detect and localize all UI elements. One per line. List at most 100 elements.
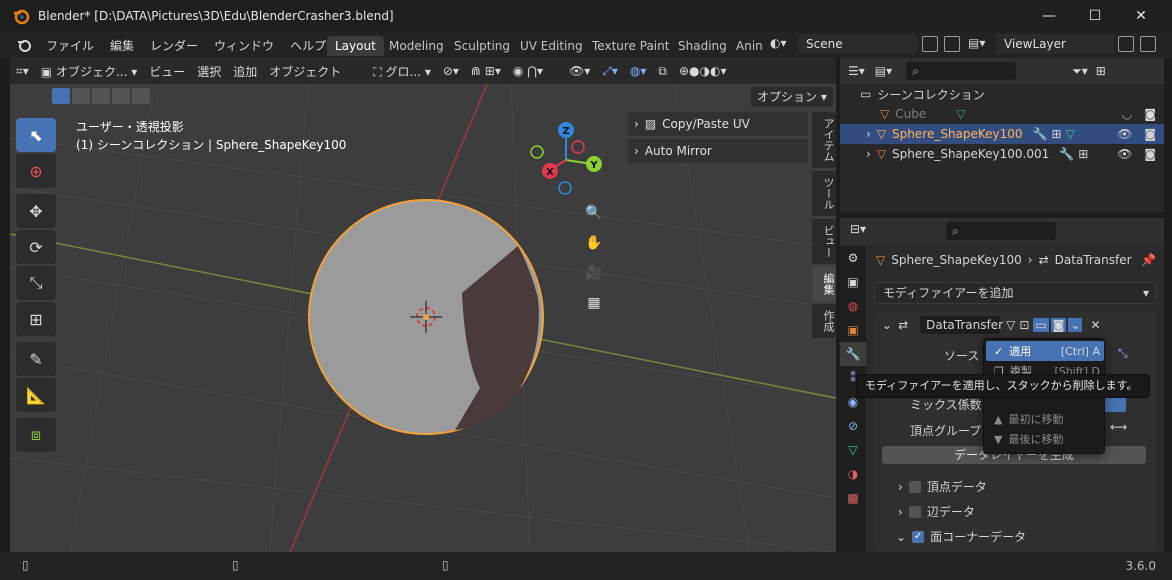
vertex-data-checkbox[interactable]: [908, 480, 921, 493]
tab-shading[interactable]: Shading: [670, 36, 735, 56]
minimize-button[interactable]: —: [1026, 0, 1072, 32]
mix-factor-slider[interactable]: [1104, 396, 1126, 412]
proportional-edit-icon[interactable]: ◉ ⋂▾: [507, 64, 549, 78]
ntab-tool[interactable]: ツール: [812, 171, 836, 216]
gizmo-neg-y[interactable]: [530, 145, 544, 159]
visibility-icon[interactable]: 👁▾: [563, 64, 596, 78]
menu-object[interactable]: オブジェクト: [263, 63, 347, 80]
modifier-menu-icon[interactable]: ⌄: [1068, 318, 1083, 332]
properties-editor-icon[interactable]: ⊟▾: [850, 222, 866, 236]
menu-view[interactable]: ビュー: [143, 63, 191, 80]
gizmo-neg-x[interactable]: [571, 140, 585, 154]
scale-tool[interactable]: ⤡: [16, 266, 56, 300]
outliner-search-input[interactable]: ⌕: [906, 62, 1017, 80]
menu-item-apply[interactable]: ✓ 適用 [Ctrl] A: [986, 341, 1104, 361]
transform-tool[interactable]: ⊞: [16, 302, 56, 336]
tab-uv-editing[interactable]: UV Editing: [512, 36, 591, 56]
render-camera-icon[interactable]: ◙: [1144, 127, 1156, 141]
visible-eye-icon[interactable]: 👁: [1117, 147, 1132, 161]
new-collection-icon[interactable]: ⊞: [1096, 64, 1106, 78]
section-vertex-data[interactable]: › 頂点データ: [898, 478, 987, 495]
editor-type-icon[interactable]: ⌗▾: [10, 64, 35, 79]
navigation-gizmo[interactable]: Z Y X: [528, 120, 608, 200]
section-face-corner-data[interactable]: ⌄ ✓ 面コーナーデータ: [896, 528, 1026, 545]
tab-render[interactable]: ▣: [840, 270, 866, 294]
ntab-item[interactable]: アイテム: [812, 112, 836, 168]
tab-modifiers[interactable]: 🔧: [840, 342, 866, 366]
collapse-icon[interactable]: ⌄: [882, 318, 892, 332]
tab-modeling[interactable]: Modeling: [381, 36, 452, 56]
ntab-create[interactable]: 作成: [812, 304, 836, 338]
select-box-tool[interactable]: ⬉: [16, 118, 56, 152]
viewlayer-selector[interactable]: ViewLayer: [996, 34, 1114, 54]
overlay-toggle-icon[interactable]: ◍▾: [624, 64, 653, 78]
editmode-toggle-icon[interactable]: ▽: [1006, 318, 1015, 332]
delete-scene-button[interactable]: [944, 36, 960, 52]
tab-layout[interactable]: Layout: [327, 36, 384, 56]
outliner-scene-collection[interactable]: ▭ シーンコレクション: [840, 84, 1164, 104]
tab-material[interactable]: ◑: [840, 462, 866, 486]
select-invert-icon[interactable]: [112, 88, 130, 104]
pin-icon[interactable]: 📌: [1141, 253, 1156, 267]
select-new-icon[interactable]: [52, 88, 70, 104]
measure-tool[interactable]: 📐: [16, 378, 56, 412]
menu-file[interactable]: ファイル: [38, 37, 102, 54]
expand-arrow-icon[interactable]: ›: [866, 147, 871, 161]
scene-selector[interactable]: Scene: [798, 34, 918, 54]
display-mode-icon[interactable]: ▤▾: [875, 64, 892, 78]
tab-texture-paint[interactable]: Texture Paint: [584, 36, 677, 56]
panel-auto-mirror[interactable]: › Auto Mirror: [628, 139, 808, 163]
menu-item-move-first[interactable]: ▲ 最初に移動: [986, 409, 1104, 429]
tab-constraints[interactable]: ⊘: [840, 414, 866, 438]
pivot-point-icon[interactable]: ⊘▾: [437, 64, 465, 78]
delete-viewlayer-button[interactable]: [1140, 36, 1156, 52]
xray-toggle-icon[interactable]: ⧉: [652, 64, 673, 79]
ntab-edit[interactable]: 編集: [812, 267, 836, 301]
select-intersect-icon[interactable]: [132, 88, 150, 104]
tab-object[interactable]: ▣: [840, 318, 866, 342]
properties-search-input[interactable]: ⌕: [946, 222, 1056, 240]
annotate-tool[interactable]: ✎: [16, 342, 56, 376]
add-modifier-button[interactable]: モディファイアーを追加 ▾: [874, 282, 1156, 304]
shading-modes-icon[interactable]: ⊕●◑◐▾: [673, 64, 733, 78]
visible-eye-icon[interactable]: 👁: [1117, 127, 1132, 141]
cursor-tool[interactable]: ⊕: [16, 154, 56, 188]
snap-icon[interactable]: ⋒ ⊞▾: [465, 64, 507, 78]
object-transform-icon[interactable]: ⤡: [1118, 346, 1128, 361]
zoom-button[interactable]: 🔍: [581, 200, 607, 226]
menu-window[interactable]: ウィンドウ: [206, 37, 282, 54]
tab-data[interactable]: ▽: [840, 438, 866, 462]
outliner-item-cube[interactable]: ▽ Cube ▽ ◡ ◙: [840, 104, 1164, 124]
options-dropdown[interactable]: オプション ▾: [751, 87, 833, 107]
tab-sculpting[interactable]: Sculpting: [446, 36, 518, 56]
section-edge-data[interactable]: › 辺データ: [898, 503, 975, 520]
tab-texture[interactable]: ▩: [840, 486, 866, 510]
viewlayer-icon[interactable]: ▤▾: [968, 36, 996, 52]
maximize-button[interactable]: ☐: [1072, 0, 1118, 32]
gizmo-neg-z[interactable]: [558, 181, 572, 195]
ortho-toggle-button[interactable]: ▦: [581, 290, 607, 316]
scene-icon[interactable]: ◐▾: [770, 36, 794, 52]
close-button[interactable]: ✕: [1118, 0, 1164, 32]
menu-item-move-last[interactable]: ▼ 最後に移動: [986, 429, 1104, 449]
rotate-tool[interactable]: ⟳: [16, 230, 56, 264]
blender-menu-icon[interactable]: [16, 37, 32, 53]
expand-arrow-icon[interactable]: ›: [866, 127, 871, 141]
cage-toggle-icon[interactable]: ⊡: [1019, 318, 1029, 332]
remove-modifier-icon[interactable]: ✕: [1090, 318, 1100, 332]
menu-add[interactable]: 追加: [227, 63, 263, 80]
tab-tool-properties[interactable]: ⚙: [840, 246, 866, 270]
menu-render[interactable]: レンダー: [142, 37, 206, 54]
render-toggle-icon[interactable]: ◙: [1050, 318, 1067, 332]
transform-orientation-selector[interactable]: ⛶ グロ... ▾: [367, 63, 437, 80]
camera-view-button[interactable]: 🎥: [581, 260, 607, 286]
render-camera-icon[interactable]: ◙: [1144, 147, 1156, 161]
new-scene-button[interactable]: [922, 36, 938, 52]
filter-icon[interactable]: ⏷▾: [1072, 64, 1088, 79]
menu-select[interactable]: 選択: [191, 63, 227, 80]
outliner-editor-icon[interactable]: ☰▾: [848, 64, 865, 78]
ntab-view[interactable]: ビュー: [812, 219, 836, 264]
new-viewlayer-button[interactable]: [1118, 36, 1134, 52]
select-extend-icon[interactable]: [72, 88, 90, 104]
outliner-item-sphere[interactable]: › ▽ Sphere_ShapeKey100 🔧 ⊞ ▽ 👁 ◙: [840, 124, 1164, 144]
